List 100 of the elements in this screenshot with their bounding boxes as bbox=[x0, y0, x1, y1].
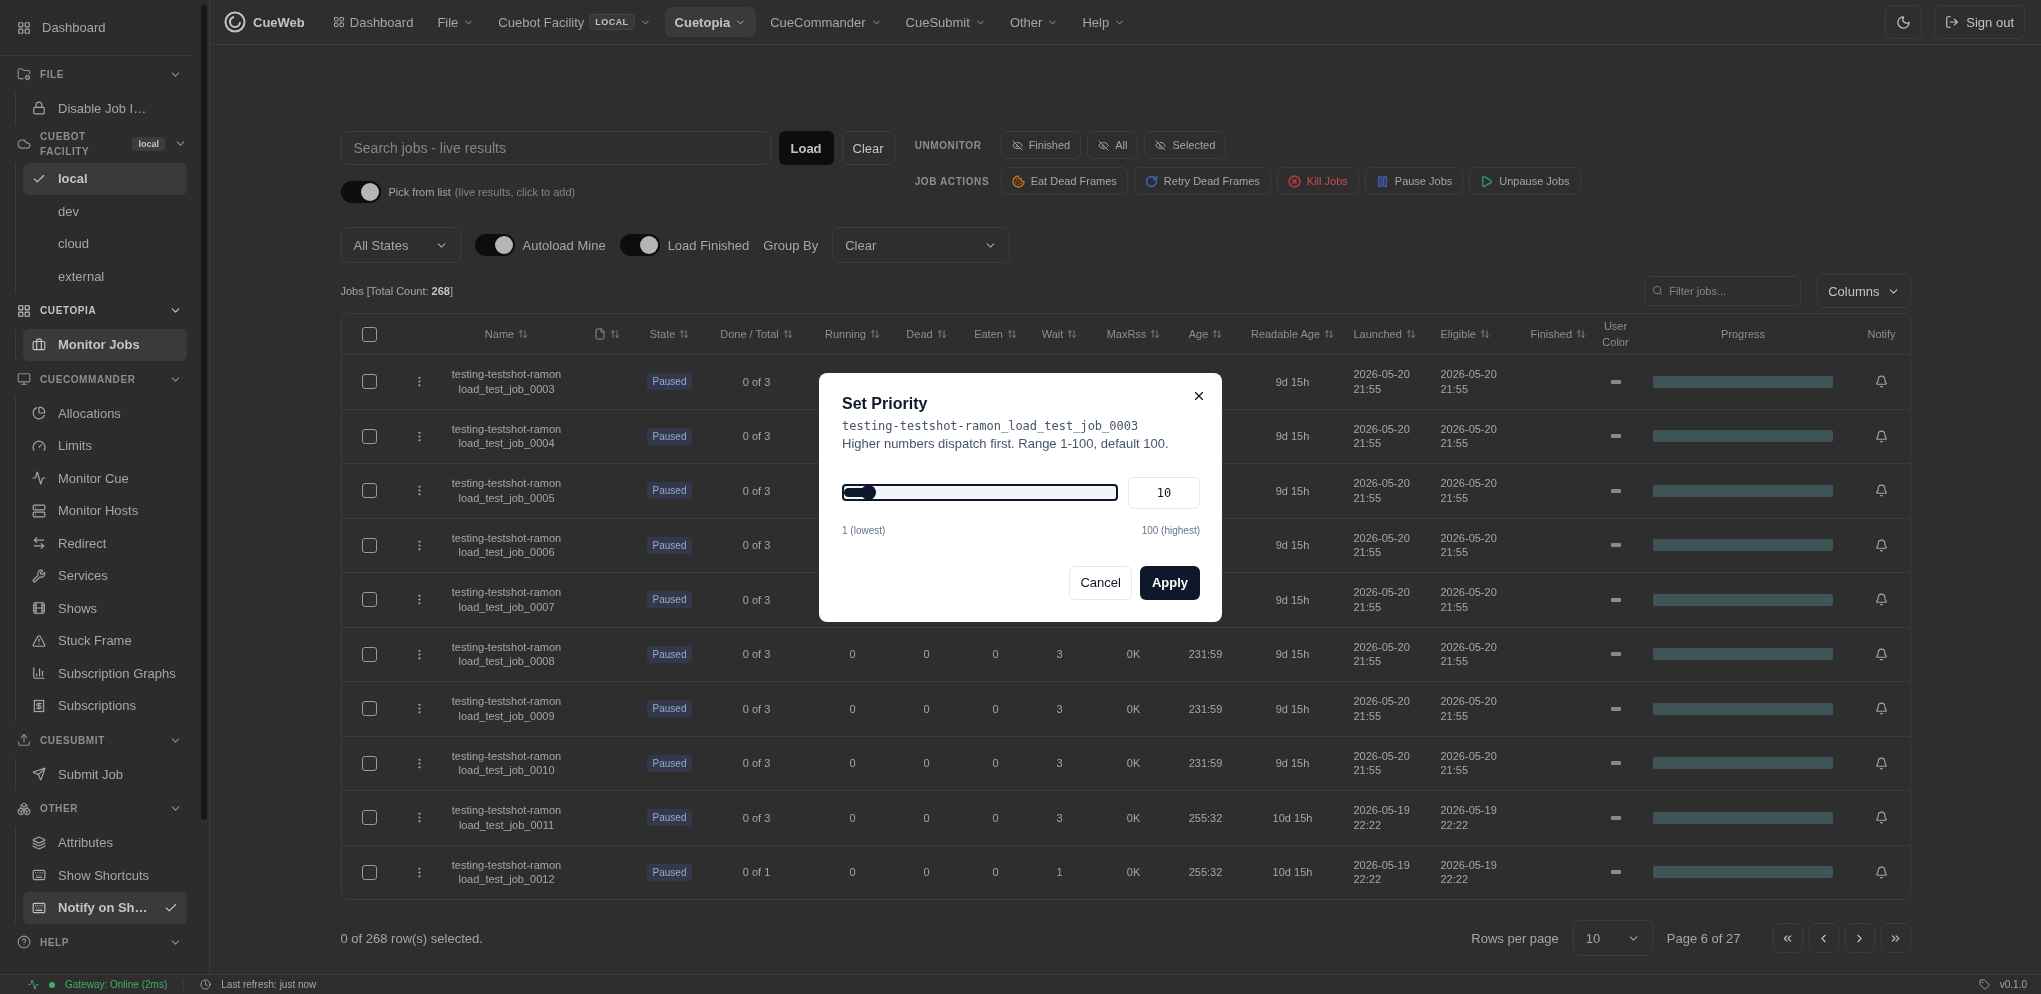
notify-button[interactable] bbox=[1873, 809, 1890, 827]
sidebar-item[interactable]: Show Shortcuts bbox=[23, 859, 187, 892]
load-finished-toggle[interactable] bbox=[619, 234, 660, 256]
checkbox[interactable] bbox=[362, 864, 377, 880]
column-header[interactable]: Name bbox=[441, 325, 572, 343]
sidebar-item[interactable]: Monitor Cue bbox=[23, 462, 187, 495]
notify-button[interactable] bbox=[1873, 591, 1890, 609]
column-header[interactable]: MaxRss bbox=[1091, 325, 1176, 343]
notify-button[interactable] bbox=[1873, 645, 1890, 663]
sidebar-dashboard-link[interactable]: Dashboard bbox=[0, 0, 191, 56]
job-action-button[interactable]: Kill Jobs bbox=[1276, 167, 1359, 195]
notify-button[interactable] bbox=[1873, 754, 1890, 772]
checkbox[interactable] bbox=[362, 646, 377, 662]
first-page-button[interactable] bbox=[1772, 923, 1803, 953]
sidebar-item[interactable]: cloud bbox=[23, 227, 187, 260]
column-header[interactable]: Done / Total bbox=[697, 325, 816, 343]
unmonitor-button[interactable]: Selected bbox=[1144, 131, 1227, 159]
app-logo[interactable]: CueWeb bbox=[224, 11, 305, 33]
slider-thumb[interactable] bbox=[861, 485, 877, 500]
column-header[interactable]: Eligible bbox=[1436, 325, 1527, 343]
sidebar-section-header[interactable]: CUEBOT FACILITY local bbox=[0, 124, 199, 163]
notify-button[interactable] bbox=[1873, 373, 1890, 391]
columns-button[interactable]: Columns bbox=[1817, 274, 1911, 308]
sidebar-item[interactable]: Services bbox=[23, 559, 187, 592]
group-by-select[interactable]: Clear bbox=[832, 227, 1011, 263]
unmonitor-button[interactable]: All bbox=[1087, 131, 1139, 159]
column-header[interactable]: Finished bbox=[1526, 325, 1597, 343]
sidebar-item[interactable]: dev bbox=[23, 195, 187, 228]
nav-menu-item[interactable]: File bbox=[427, 7, 485, 37]
checkbox[interactable] bbox=[362, 428, 377, 444]
priority-input[interactable]: 10 bbox=[1128, 476, 1200, 509]
notify-button[interactable] bbox=[1873, 863, 1890, 881]
apply-button[interactable]: Apply bbox=[1139, 565, 1200, 600]
job-action-button[interactable]: Retry Dead Frames bbox=[1133, 167, 1271, 195]
sidebar-item[interactable]: Attributes bbox=[23, 826, 187, 859]
sidebar-item[interactable]: Stuck Frame bbox=[23, 624, 187, 657]
sidebar-item[interactable]: Shows bbox=[23, 592, 187, 625]
notify-button[interactable] bbox=[1873, 536, 1890, 554]
sidebar-item[interactable]: local bbox=[23, 162, 187, 195]
cancel-button[interactable]: Cancel bbox=[1069, 565, 1132, 600]
load-button[interactable]: Load bbox=[778, 131, 834, 165]
sidebar-item[interactable]: Subscriptions bbox=[23, 689, 187, 722]
nav-menu-item[interactable]: Cuebot Facility LOCAL bbox=[488, 7, 661, 37]
sidebar-item[interactable]: Allocations bbox=[23, 397, 187, 430]
job-action-button[interactable]: Eat Dead Frames bbox=[1000, 167, 1128, 195]
sidebar-item[interactable]: Redirect bbox=[23, 527, 187, 560]
sidebar-item[interactable]: external bbox=[23, 260, 187, 293]
unmonitor-button[interactable]: Finished bbox=[1000, 131, 1082, 159]
search-field[interactable]: Search jobs - live results bbox=[340, 131, 771, 165]
column-header[interactable]: Age bbox=[1175, 325, 1236, 343]
notify-button[interactable] bbox=[1873, 482, 1890, 500]
clear-button[interactable]: Clear bbox=[841, 131, 895, 165]
checkbox[interactable] bbox=[362, 537, 377, 553]
column-header[interactable]: Running bbox=[815, 325, 890, 343]
job-action-button[interactable]: Unpause Jobs bbox=[1469, 167, 1581, 195]
sidebar-section-header[interactable]: CUESUBMIT bbox=[0, 722, 199, 758]
notify-button[interactable] bbox=[1873, 700, 1890, 718]
checkbox[interactable] bbox=[362, 483, 377, 499]
sidebar-section-header[interactable]: HELP bbox=[0, 924, 199, 960]
column-header[interactable]: Launched bbox=[1349, 325, 1437, 343]
nav-menu-item[interactable]: Cuetopia bbox=[664, 7, 757, 37]
nav-menu-item[interactable]: CueCommander bbox=[760, 7, 892, 37]
sidebar-item[interactable]: Monitor Hosts bbox=[23, 494, 187, 527]
column-header[interactable]: Wait bbox=[1027, 325, 1092, 343]
column-header[interactable]: Dead bbox=[889, 325, 964, 343]
nav-menu-item[interactable]: Other bbox=[999, 7, 1069, 37]
checkbox[interactable] bbox=[362, 592, 377, 608]
sidebar-section-header[interactable]: CUECOMMANDER bbox=[0, 361, 199, 397]
sign-out-button[interactable]: Sign out bbox=[1934, 5, 2025, 39]
priority-slider[interactable] bbox=[842, 484, 1118, 501]
sidebar-item[interactable]: Submit Job bbox=[23, 758, 187, 791]
column-header[interactable]: Readable Age bbox=[1235, 325, 1350, 343]
column-header[interactable]: State bbox=[641, 325, 698, 343]
column-header[interactable]: Eaten bbox=[963, 325, 1028, 343]
checkbox[interactable] bbox=[362, 755, 377, 771]
sidebar-item[interactable]: Limits bbox=[23, 429, 187, 462]
nav-menu-item[interactable]: CueSubmit bbox=[895, 7, 996, 37]
checkbox[interactable] bbox=[362, 701, 377, 717]
checkbox[interactable] bbox=[362, 374, 377, 390]
autoload-toggle[interactable] bbox=[474, 234, 515, 256]
filter-field[interactable]: Filter jobs... bbox=[1644, 276, 1802, 306]
rows-per-page-select[interactable]: 10 bbox=[1572, 920, 1653, 956]
nav-menu-item[interactable]: Dashboard bbox=[322, 7, 424, 37]
notify-button[interactable] bbox=[1873, 427, 1890, 445]
state-select[interactable]: All States bbox=[340, 227, 461, 263]
sidebar-item[interactable]: Subscription Graphs bbox=[23, 657, 187, 690]
nav-menu-item[interactable]: Help bbox=[1072, 7, 1136, 37]
sidebar-item[interactable]: Disable Job I… bbox=[23, 92, 187, 125]
sidebar-section-header[interactable]: FILE bbox=[0, 56, 199, 92]
theme-toggle-button[interactable] bbox=[1885, 5, 1923, 39]
toggle-label: Pick from list bbox=[388, 186, 451, 198]
pick-from-list-toggle[interactable] bbox=[340, 181, 381, 203]
sidebar-section-header[interactable]: CUETOPIA bbox=[0, 292, 199, 329]
sidebar-item[interactable]: Monitor Jobs bbox=[23, 328, 187, 361]
sidebar-section-header[interactable]: OTHER bbox=[0, 790, 199, 827]
job-action-button[interactable]: Pause Jobs bbox=[1364, 167, 1464, 195]
sidebar-item[interactable]: Notify on Sh… bbox=[23, 891, 187, 924]
checkbox[interactable] bbox=[362, 810, 377, 826]
last-page-button[interactable] bbox=[1880, 923, 1911, 953]
checkbox[interactable] bbox=[362, 326, 377, 342]
